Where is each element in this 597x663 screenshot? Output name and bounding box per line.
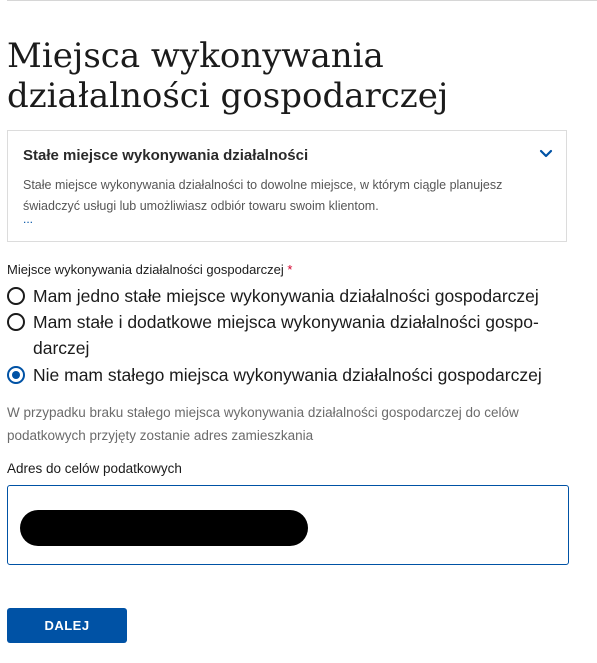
radio-button-fixed-and-additional[interactable] xyxy=(7,313,25,331)
address-field-label: Adres do celów podatkowych xyxy=(7,461,182,476)
redacted-address-value xyxy=(20,510,308,546)
next-button[interactable]: DALEJ xyxy=(7,608,127,643)
required-marker: * xyxy=(287,262,293,277)
info-accordion-text: Stałe miejsce wykonywania działalności t… xyxy=(23,178,503,213)
page-title: Miejsca wykonywania działalności gospoda… xyxy=(7,36,449,116)
chevron-down-icon[interactable] xyxy=(538,146,554,162)
address-input[interactable] xyxy=(7,485,569,565)
radio-option-no-fixed-place[interactable]: Nie mam stałego miejsca wykonywania dzia… xyxy=(7,362,567,388)
info-more-link[interactable]: ... xyxy=(23,212,33,226)
location-field-label: Miejsce wykonywania działalności gospoda… xyxy=(7,262,292,277)
info-accordion-title[interactable]: Stałe miejsce wykonywania działalności xyxy=(23,147,308,164)
radio-label-single-place[interactable]: Mam jedno stałe miejsce wykonywania dzia… xyxy=(7,283,567,309)
radio-button-no-fixed-place[interactable] xyxy=(7,366,25,384)
top-divider xyxy=(7,0,597,1)
location-field-label-text: Miejsce wykonywania działalności gospoda… xyxy=(7,262,284,277)
radio-button-single-place[interactable] xyxy=(7,287,25,305)
radio-label-no-fixed-place[interactable]: Nie mam stałego miejsca wykonywania dzia… xyxy=(7,362,567,388)
location-hint: W przypadku braku stałego miejsca wykony… xyxy=(7,405,519,443)
radio-option-fixed-and-additional[interactable]: Mam stałe i dodatkowe miejsca wykonywani… xyxy=(7,309,567,361)
radio-option-single-place[interactable]: Mam jedno stałe miejsce wykonywania dzia… xyxy=(7,283,567,309)
info-accordion[interactable]: Stałe miejsce wykonywania działalności S… xyxy=(7,130,567,242)
radio-label-fixed-and-additional[interactable]: Mam stałe i dodatkowe miejsca wykonywani… xyxy=(7,309,567,361)
